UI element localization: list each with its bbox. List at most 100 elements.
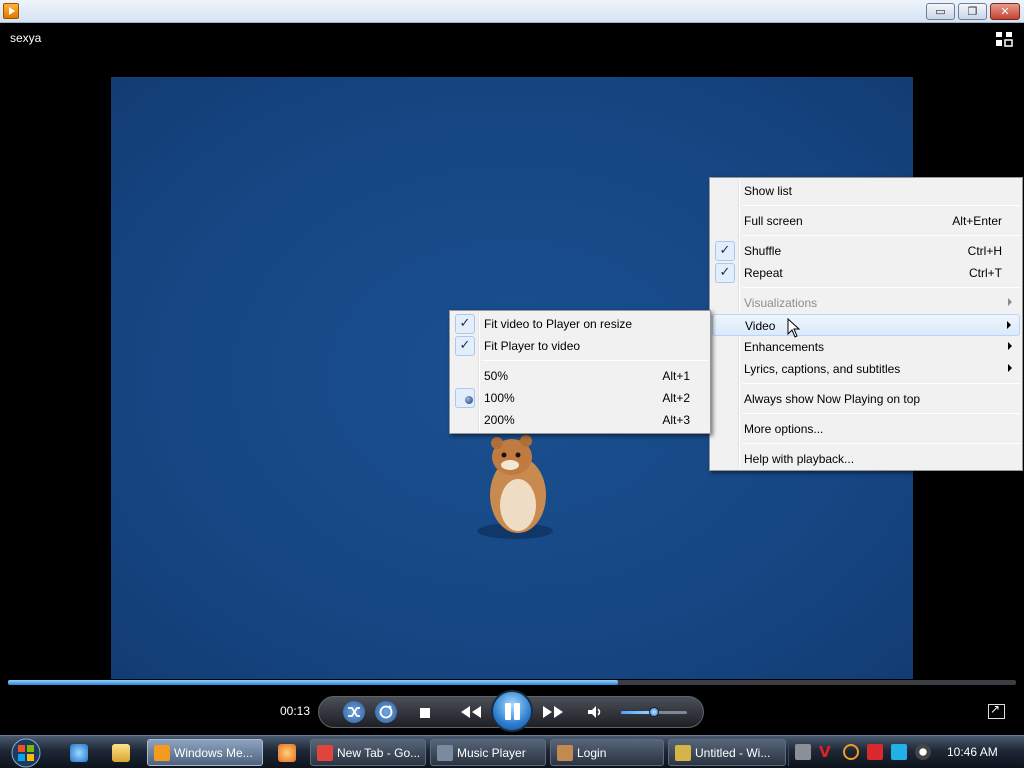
video-submenu-item[interactable]: 50% Alt+1 <box>452 365 708 387</box>
context-menu-item[interactable]: ✓ Shuffle Ctrl+H <box>712 240 1020 262</box>
menu-item-label: 50% <box>484 369 509 383</box>
hamster-video-content <box>477 435 553 539</box>
playback-controls <box>318 690 704 732</box>
menu-item-label: Help with playback... <box>744 452 855 466</box>
rewind-icon <box>461 706 481 718</box>
radio-selected-icon <box>455 388 475 408</box>
restore-button[interactable]: ❐ <box>958 3 987 20</box>
clock[interactable]: 10:46 AM <box>947 745 998 759</box>
checkmark-icon: ✓ <box>715 263 735 283</box>
menu-item-label: Video <box>745 319 776 333</box>
checkmark-icon: ✓ <box>455 336 475 356</box>
taskbar-button[interactable]: Windows Me... <box>147 739 263 766</box>
menu-item-shortcut: Ctrl+T <box>969 266 1002 280</box>
context-menu-item[interactable]: Always show Now Playing on top <box>712 388 1020 410</box>
volume-slider[interactable] <box>621 707 687 717</box>
volume-tray-icon[interactable] <box>915 744 931 760</box>
shuffle-icon <box>348 707 360 717</box>
repeat-button[interactable] <box>375 701 397 723</box>
taskbar-button[interactable]: Login <box>550 739 664 766</box>
taskbar-button-label: Login <box>577 746 607 760</box>
menu-separator <box>742 443 1020 444</box>
title-bar: ▭ ❐ ✕ <box>0 0 1024 23</box>
windows-taskbar: Windows Me... New Tab - Go... Music Player… <box>0 735 1024 768</box>
context-menu-item[interactable]: Full screen Alt+Enter <box>712 210 1020 232</box>
menu-item-label: 100% <box>484 391 515 405</box>
minimize-button[interactable]: ▭ <box>926 3 955 20</box>
submenu-arrow-icon <box>1008 364 1012 372</box>
submenu-arrow-icon <box>1008 342 1012 350</box>
fullscreen-toggle-icon[interactable] <box>988 702 1005 719</box>
context-menu-item: Visualizations <box>712 292 1020 314</box>
menu-item-shortcut: Alt+3 <box>662 413 690 427</box>
checkmark-icon: ✓ <box>455 314 475 334</box>
mute-button[interactable] <box>585 701 605 723</box>
menu-item-label: Fit video to Player on resize <box>484 317 633 331</box>
menu-item-label: Repeat <box>744 266 783 280</box>
menu-item-label: Lyrics, captions, and subtitles <box>744 362 901 376</box>
volume-thumb[interactable] <box>649 707 659 717</box>
start-orb-icon[interactable] <box>4 736 44 768</box>
internet-explorer-icon[interactable] <box>70 744 88 762</box>
menu-item-label: Shuffle <box>744 244 782 258</box>
pause-button[interactable] <box>491 690 533 732</box>
login-icon <box>557 745 573 761</box>
context-menu-item[interactable]: Enhancements <box>712 336 1020 358</box>
paint-icon <box>675 745 691 761</box>
taskbar-button[interactable]: Music Player <box>430 739 546 766</box>
video-submenu-item[interactable]: 100% Alt+2 <box>452 387 708 409</box>
video-submenu-item[interactable]: 200% Alt+3 <box>452 409 708 431</box>
context-menu-item[interactable]: Help with playback... <box>712 448 1020 470</box>
player-context-menu: Show list Full screen Alt+Enter ✓ Shuffle Ctr… <box>709 177 1023 471</box>
context-menu-item[interactable]: ✓ Repeat Ctrl+T <box>712 262 1020 284</box>
network-icon[interactable] <box>795 744 811 760</box>
menu-separator <box>742 287 1020 288</box>
monitor-icon[interactable] <box>891 744 907 760</box>
media-title: sexya <box>10 31 42 45</box>
speaker-icon <box>588 706 601 718</box>
context-menu-item[interactable]: Show list <box>712 180 1020 202</box>
menu-separator <box>482 360 708 361</box>
menu-separator <box>742 413 1020 414</box>
mouse-pointer-icon <box>787 318 801 338</box>
menu-item-label: 200% <box>484 413 515 427</box>
taskbar-button[interactable]: Untitled - Wi... <box>668 739 786 766</box>
menu-item-shortcut: Ctrl+H <box>967 244 1002 258</box>
firefox-icon[interactable] <box>278 744 296 762</box>
context-menu-item[interactable]: Video <box>712 314 1020 336</box>
menu-item-label: Visualizations <box>744 296 818 310</box>
submenu-arrow-icon <box>1008 298 1012 306</box>
menu-item-label: Full screen <box>744 214 803 228</box>
seek-bar[interactable] <box>8 680 1016 685</box>
menu-item-label: Always show Now Playing on top <box>744 392 921 406</box>
elapsed-time[interactable]: 00:13 <box>280 704 310 718</box>
context-menu-item[interactable]: Lyrics, captions, and subtitles <box>712 358 1020 380</box>
chrome-icon <box>317 745 333 761</box>
previous-button[interactable] <box>457 701 485 723</box>
close-button[interactable]: ✕ <box>990 3 1020 20</box>
media-player-icon <box>154 745 170 761</box>
repeat-icon <box>379 705 393 719</box>
context-menu-item[interactable]: More options... <box>712 418 1020 440</box>
media-player-app-icon[interactable] <box>3 3 19 19</box>
switch-to-library-icon[interactable] <box>995 31 1013 47</box>
video-submenu-item[interactable]: ✓ Fit Player to video <box>452 335 708 357</box>
flag-icon[interactable] <box>867 744 883 760</box>
video-submenu: ✓ Fit video to Player on resize ✓ Fit Playe… <box>449 310 711 434</box>
radio-dot <box>465 396 473 404</box>
folder-icon[interactable] <box>112 744 130 762</box>
video-submenu-item[interactable]: ✓ Fit video to Player on resize <box>452 313 708 335</box>
next-button[interactable] <box>539 701 567 723</box>
menu-separator <box>742 205 1020 206</box>
menu-item-label: Show list <box>744 184 793 198</box>
taskbar-button-label: Untitled - Wi... <box>695 746 771 760</box>
menu-item-label: Enhancements <box>744 340 825 354</box>
search-tray-icon[interactable] <box>843 744 859 760</box>
submenu-arrow-icon <box>1007 321 1011 329</box>
checkmark-icon: ✓ <box>715 241 735 261</box>
stop-button[interactable] <box>415 703 435 723</box>
taskbar-button[interactable]: New Tab - Go... <box>310 739 426 766</box>
taskbar-button-label: Music Player <box>457 746 526 760</box>
shuffle-button[interactable] <box>343 701 365 723</box>
antivirus-icon[interactable]: V <box>819 744 835 760</box>
